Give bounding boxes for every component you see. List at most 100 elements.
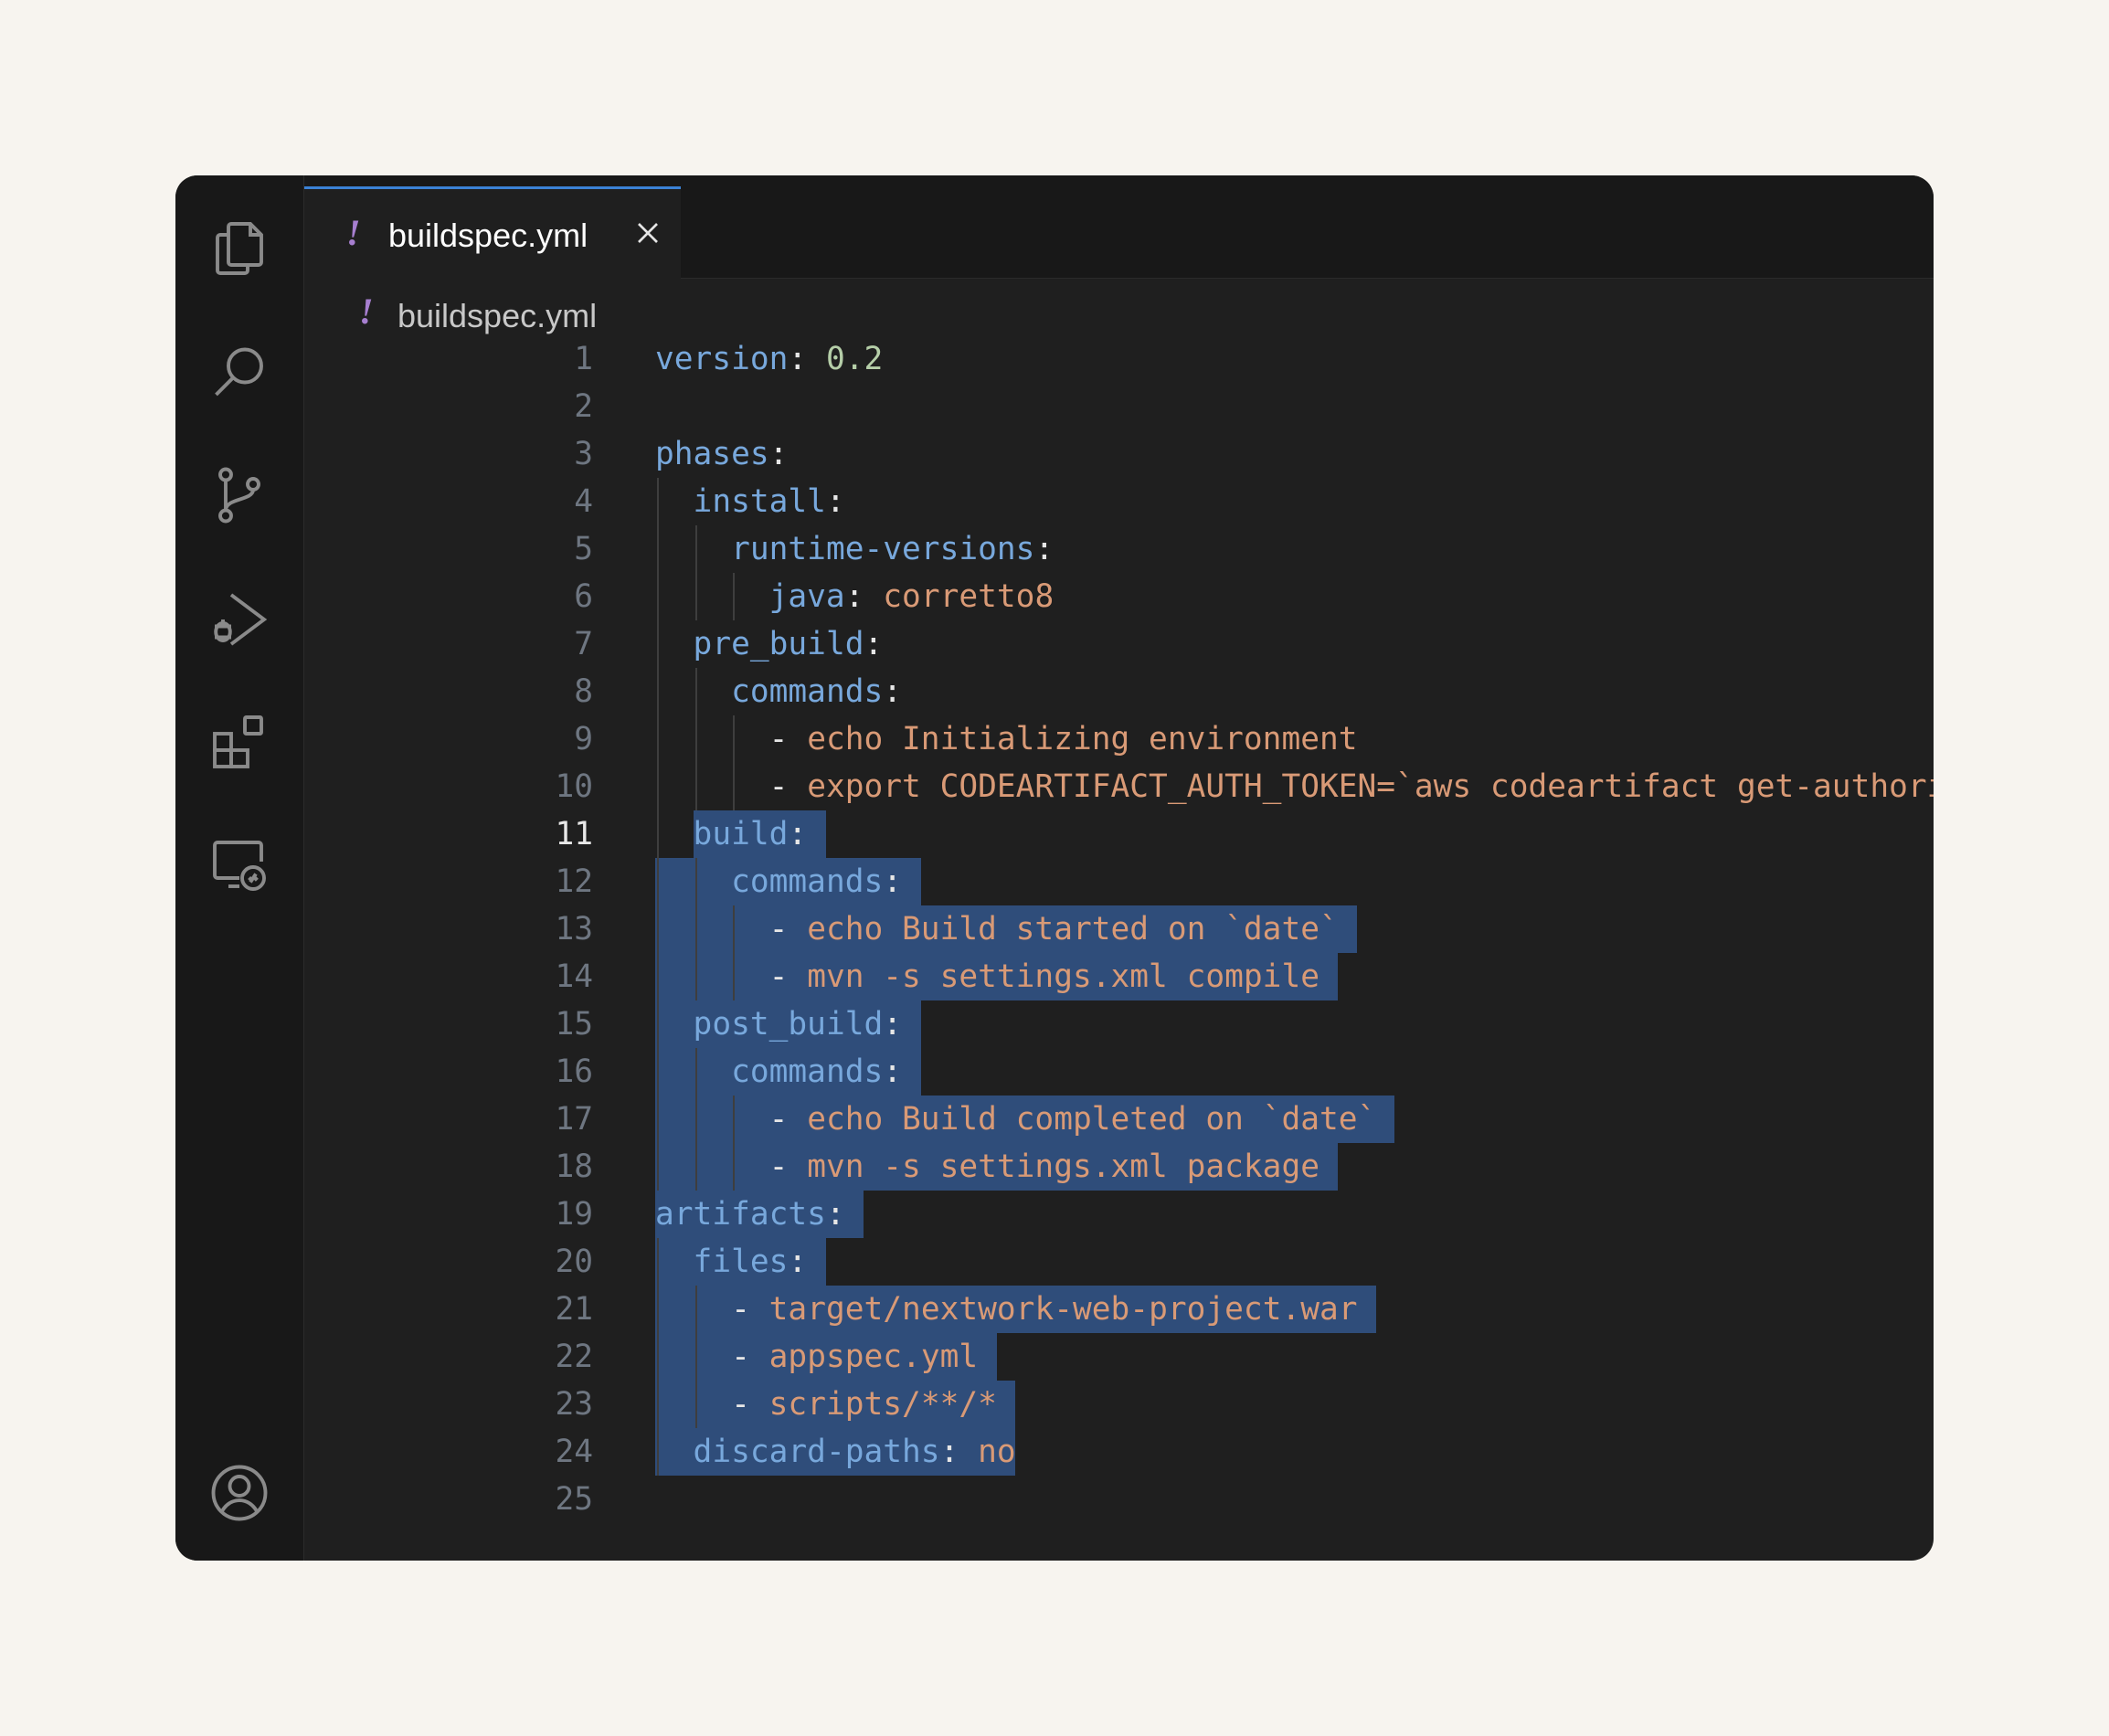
code-text: runtime-versions: <box>731 531 1054 567</box>
code-text: artifacts: <box>655 1196 845 1233</box>
line-number: 22 <box>555 1339 593 1375</box>
line-number: 23 <box>555 1386 593 1423</box>
indent-guide <box>694 525 697 620</box>
activity-bar <box>175 175 304 1561</box>
code-line[interactable]: 6 java: corretto8 <box>304 573 1934 620</box>
code-text: - echo Initializing environment <box>768 721 1358 757</box>
code-text: - echo Build started on `date` <box>768 911 1339 947</box>
code-line[interactable]: 3 phases: <box>304 430 1934 478</box>
line-number: 20 <box>555 1244 593 1280</box>
code-text: discard-paths: no <box>693 1434 1016 1470</box>
indent-guide <box>694 1048 697 1191</box>
code-line[interactable]: 18 - mvn -s settings.xml package <box>304 1143 1934 1191</box>
remote-explorer-icon[interactable] <box>203 828 276 901</box>
explorer-icon[interactable] <box>203 212 276 285</box>
code-text: commands: <box>731 863 903 900</box>
line-number: 12 <box>555 863 593 900</box>
line-number: 21 <box>555 1291 593 1328</box>
code-text: files: <box>693 1244 808 1280</box>
code-line[interactable]: 17 - echo Build completed on `date` <box>304 1096 1934 1143</box>
code-line[interactable]: 16 commands: <box>304 1048 1934 1096</box>
indent-guide <box>694 858 697 1000</box>
code-text: phases: <box>655 436 789 472</box>
code-line[interactable]: 24 discard-paths: no <box>304 1428 1934 1476</box>
line-number: 25 <box>555 1481 593 1518</box>
search-icon[interactable] <box>203 336 276 409</box>
breadcrumb-file[interactable]: buildspec.yml <box>397 297 597 335</box>
line-number: 11 <box>555 816 593 852</box>
code-line[interactable]: 5 runtime-versions: <box>304 525 1934 573</box>
code-text: java: corretto8 <box>768 578 1054 615</box>
indent-guide <box>694 1286 697 1428</box>
line-number: 8 <box>574 673 593 710</box>
editor-window: ! buildspec.yml ! buildspec.yml 1 version… <box>175 175 1934 1561</box>
code-line[interactable]: 4 install: <box>304 478 1934 525</box>
code-text: commands: <box>731 1053 903 1090</box>
code-line[interactable]: 25 <box>304 1476 1934 1523</box>
indent-guide <box>733 573 735 620</box>
account-icon[interactable] <box>203 1456 276 1530</box>
code-line[interactable]: 21 - target/nextwork-web-project.war <box>304 1286 1934 1333</box>
code-text: build: <box>693 816 808 852</box>
line-number: 19 <box>555 1196 593 1233</box>
code-text: - target/nextwork-web-project.war <box>731 1291 1358 1328</box>
close-icon[interactable] <box>630 215 666 251</box>
code-line[interactable]: 1 version: 0.2 <box>304 335 1934 383</box>
code-line[interactable]: 13 - echo Build started on `date` <box>304 905 1934 953</box>
code-line[interactable]: 2 <box>304 383 1934 430</box>
indent-guide <box>733 715 735 810</box>
code-text: - scripts/**/* <box>731 1386 997 1423</box>
indent-guide <box>733 1096 735 1191</box>
code-text: pre_build: <box>693 626 884 662</box>
code-text: install: <box>693 483 845 520</box>
code-line[interactable]: 7 pre_build: <box>304 620 1934 668</box>
indent-guide <box>657 478 659 1191</box>
line-number: 14 <box>555 958 593 995</box>
line-number: 16 <box>555 1053 593 1090</box>
code-text: - mvn -s settings.xml package <box>768 1149 1319 1185</box>
code-line[interactable]: 9 - echo Initializing environment <box>304 715 1934 763</box>
code-line[interactable]: 14 - mvn -s settings.xml compile <box>304 953 1934 1000</box>
line-number: 17 <box>555 1101 593 1138</box>
code-line[interactable]: 10 - export CODEARTIFACT_AUTH_TOKEN=`aws… <box>304 763 1934 810</box>
code-line[interactable]: 11 build: <box>304 810 1934 858</box>
code-line[interactable]: 8 commands: <box>304 668 1934 715</box>
source-control-icon[interactable] <box>203 459 276 532</box>
extensions-icon[interactable] <box>203 705 276 778</box>
line-number: 6 <box>574 578 593 615</box>
line-number: 7 <box>574 626 593 662</box>
line-number: 10 <box>555 768 593 805</box>
indent-guide <box>657 1238 659 1476</box>
line-number: 2 <box>574 388 593 425</box>
run-debug-icon[interactable] <box>203 583 276 656</box>
code-line[interactable]: 19 artifacts: <box>304 1191 1934 1238</box>
code-text: - echo Build completed on `date` <box>768 1101 1377 1138</box>
code-text: - mvn -s settings.xml compile <box>768 958 1319 995</box>
tab-buildspec[interactable]: ! buildspec.yml <box>304 186 681 279</box>
breadcrumb: ! buildspec.yml <box>304 279 1934 335</box>
yaml-file-icon: ! <box>359 291 374 332</box>
line-number: 15 <box>555 1006 593 1043</box>
yaml-file-icon: ! <box>346 212 361 253</box>
code-line[interactable]: 22 - appspec.yml <box>304 1333 1934 1381</box>
code-line[interactable]: 20 files: <box>304 1238 1934 1286</box>
line-number: 13 <box>555 911 593 947</box>
line-number: 18 <box>555 1149 593 1185</box>
line-number: 9 <box>574 721 593 757</box>
line-number: 24 <box>555 1434 593 1470</box>
line-number: 1 <box>574 341 593 377</box>
code-text: - export CODEARTIFACT_AUTH_TOKEN=`aws co… <box>768 768 1934 805</box>
code-text: post_build: <box>693 1006 903 1043</box>
code-line[interactable]: 12 commands: <box>304 858 1934 905</box>
code-text: version: 0.2 <box>655 341 884 377</box>
code-line[interactable]: 23 - scripts/**/* <box>304 1381 1934 1428</box>
tab-bar: ! buildspec.yml <box>304 175 1934 279</box>
code-editor[interactable]: 1 version: 0.2 2 3 phases: 4 install: 5 runtim… <box>304 335 1934 1561</box>
code-text: commands: <box>731 673 903 710</box>
line-number: 4 <box>574 483 593 520</box>
indent-guide <box>694 668 697 810</box>
code-line[interactable]: 15 post_build: <box>304 1000 1934 1048</box>
indent-guide <box>733 905 735 1000</box>
tab-label: buildspec.yml <box>388 217 588 254</box>
line-number: 5 <box>574 531 593 567</box>
